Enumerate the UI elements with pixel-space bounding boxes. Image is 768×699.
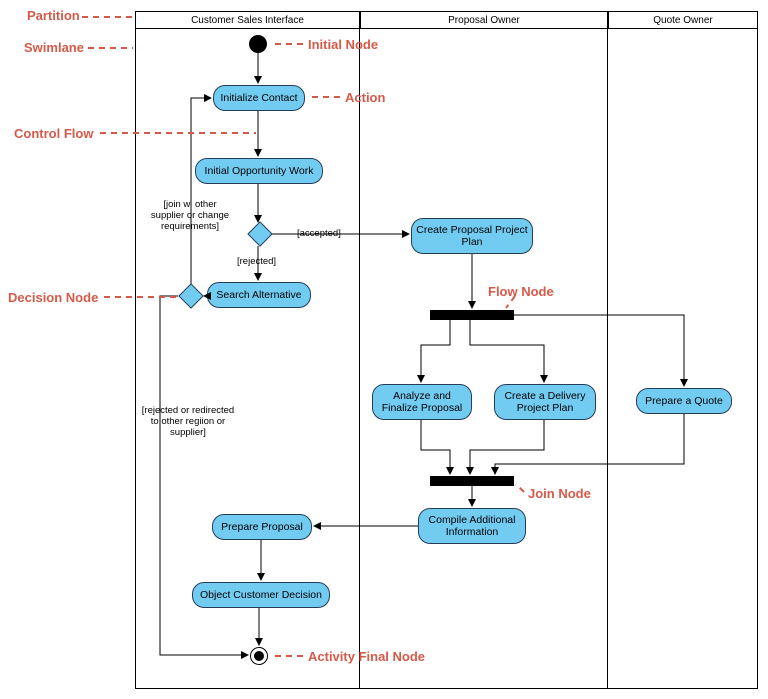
- lane-body-2: [360, 29, 608, 689]
- action-initialize-contact: Initialize Contact: [213, 85, 305, 111]
- action-compile: Compile Additional Information: [418, 508, 526, 544]
- callout-flow-node: Flow Node: [488, 284, 554, 299]
- join-bar: [430, 476, 514, 486]
- fork-bar: [430, 310, 514, 320]
- final-node: [250, 647, 268, 665]
- callout-decision-node: Decision Node: [8, 290, 98, 305]
- action-search-alternative: Search Alternative: [207, 282, 311, 308]
- action-label: Compile Additional Information: [423, 514, 521, 538]
- action-prepare-proposal: Prepare Proposal: [212, 514, 312, 540]
- action-label: Initial Opportunity Work: [205, 165, 314, 177]
- guard-join-other: [join w. other supplier or change requir…: [146, 200, 234, 233]
- action-quote: Prepare a Quote: [636, 388, 732, 414]
- action-label: Prepare a Quote: [645, 395, 723, 407]
- action-label: Create Proposal Project Plan: [416, 224, 528, 248]
- action-object-decision: Object Customer Decision: [192, 582, 330, 608]
- diagram-stage: Customer Sales Interface Proposal Owner …: [0, 0, 768, 699]
- lane-header-1: Customer Sales Interface: [135, 11, 360, 29]
- guard-rejected-redirect: [rejected or redirected to other regiion…: [138, 406, 238, 439]
- lane-header-1-label: Customer Sales Interface: [191, 15, 304, 26]
- action-create-plan: Create Proposal Project Plan: [411, 218, 533, 254]
- action-initial-opportunity: Initial Opportunity Work: [195, 158, 323, 184]
- callout-final-node: Activity Final Node: [308, 649, 425, 664]
- guard-rejected: [rejected]: [237, 257, 276, 268]
- action-label: Search Alternative: [216, 289, 301, 301]
- lane-body-3: [608, 29, 758, 689]
- callout-swimlane: Swimlane: [24, 40, 84, 55]
- action-label: Analyze and Finalize Proposal: [377, 390, 467, 414]
- lane-header-2-label: Proposal Owner: [448, 15, 520, 26]
- action-delivery: Create a Delivery Project Plan: [494, 384, 596, 420]
- lane-header-2: Proposal Owner: [360, 11, 608, 29]
- action-label: Object Customer Decision: [200, 589, 322, 601]
- guard-accepted: [accepted]: [297, 229, 341, 240]
- action-label: Prepare Proposal: [221, 521, 303, 533]
- callout-control-flow: Control Flow: [14, 126, 93, 141]
- lane-header-3-label: Quote Owner: [653, 15, 712, 26]
- callout-partition: Partition: [27, 8, 80, 23]
- action-analyze: Analyze and Finalize Proposal: [372, 384, 472, 420]
- callout-initial-node: Initial Node: [308, 37, 378, 52]
- action-label: Initialize Contact: [220, 92, 297, 104]
- initial-node: [249, 35, 267, 53]
- final-node-dot: [254, 651, 264, 661]
- action-label: Create a Delivery Project Plan: [499, 390, 591, 414]
- lane-header-3: Quote Owner: [608, 11, 758, 29]
- callout-action: Action: [345, 90, 385, 105]
- callout-join-node: Join Node: [528, 486, 591, 501]
